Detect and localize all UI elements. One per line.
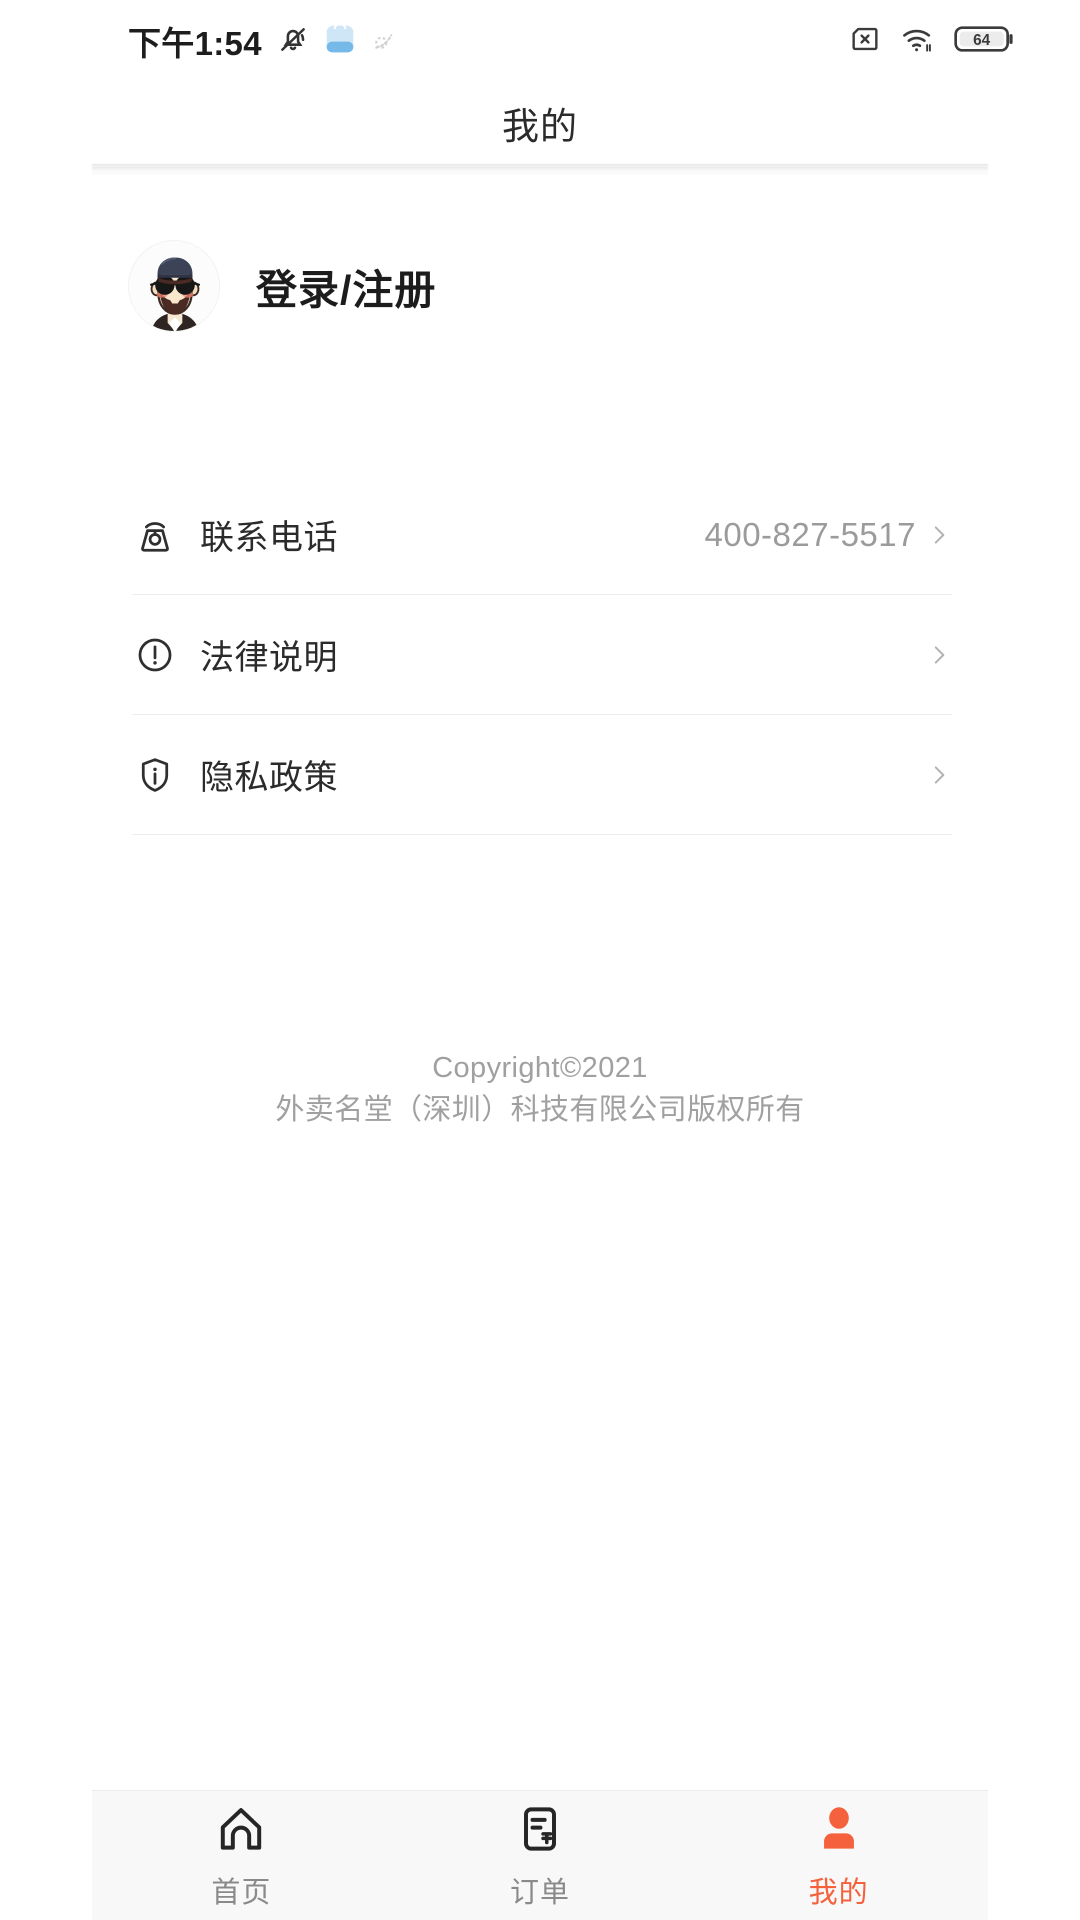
telephone-icon [132, 512, 178, 558]
page-title: 我的 [502, 96, 578, 150]
chevron-right-icon [926, 642, 952, 668]
home-icon [213, 1801, 269, 1857]
settings-menu: 联系电话 400-827-5517 法律说明 [0, 475, 1080, 835]
status-bar-left: 下午1:54 [128, 17, 400, 65]
status-bar-right: 64 [848, 22, 1044, 61]
contact-phone-value: 400-827-5517 [704, 516, 916, 554]
menu-item-privacy-policy[interactable]: 隐私政策 [132, 715, 952, 835]
page-header: 我的 [0, 82, 1080, 164]
content-spacer [0, 1131, 1080, 1790]
battery-level-text: 64 [973, 31, 991, 48]
battery-icon: 64 [954, 23, 1016, 60]
menu-item-label: 联系电话 [200, 510, 338, 559]
menu-item-label: 法律说明 [200, 630, 338, 679]
menu-item-contact-phone[interactable]: 联系电话 400-827-5517 [132, 475, 952, 595]
copyright-line-1: Copyright©2021 [0, 1047, 1080, 1089]
status-bar: 下午1:54 [0, 0, 1080, 82]
wifi-icon [900, 22, 936, 61]
tab-label: 订单 [510, 1869, 570, 1911]
menu-item-legal-statement[interactable]: 法律说明 [132, 595, 952, 715]
app-screen: 下午1:54 [0, 0, 1080, 1920]
app-faded-icon [370, 24, 400, 59]
header-shadow [92, 167, 988, 177]
tab-label: 首页 [211, 1869, 271, 1911]
status-time: 下午1:54 [128, 17, 262, 65]
app-blue-icon [324, 23, 356, 60]
bell-muted-icon [276, 22, 310, 61]
bottom-tab-bar: 首页 订单 我的 [92, 1790, 988, 1920]
login-register-label[interactable]: 登录/注册 [256, 256, 436, 316]
tab-home[interactable]: 首页 [92, 1791, 391, 1920]
copyright-block: Copyright©2021 外卖名堂（深圳）科技有限公司版权所有 [0, 1047, 1080, 1131]
person-icon [811, 1801, 867, 1857]
chevron-right-icon [926, 762, 952, 788]
shield-info-icon [132, 752, 178, 798]
tab-orders[interactable]: 订单 [391, 1791, 690, 1920]
copyright-line-2: 外卖名堂（深圳）科技有限公司版权所有 [0, 1089, 1080, 1131]
sim-card-x-icon [848, 22, 882, 61]
tab-profile[interactable]: 我的 [689, 1791, 988, 1920]
tab-label: 我的 [809, 1869, 869, 1911]
order-receipt-icon [512, 1801, 568, 1857]
menu-item-label: 隐私政策 [200, 750, 338, 799]
exclamation-circle-icon [132, 632, 178, 678]
profile-login-row[interactable]: 登录/注册 [0, 177, 1080, 347]
avatar-illustration [129, 241, 220, 332]
chevron-right-icon [926, 522, 952, 548]
avatar[interactable] [128, 240, 220, 332]
